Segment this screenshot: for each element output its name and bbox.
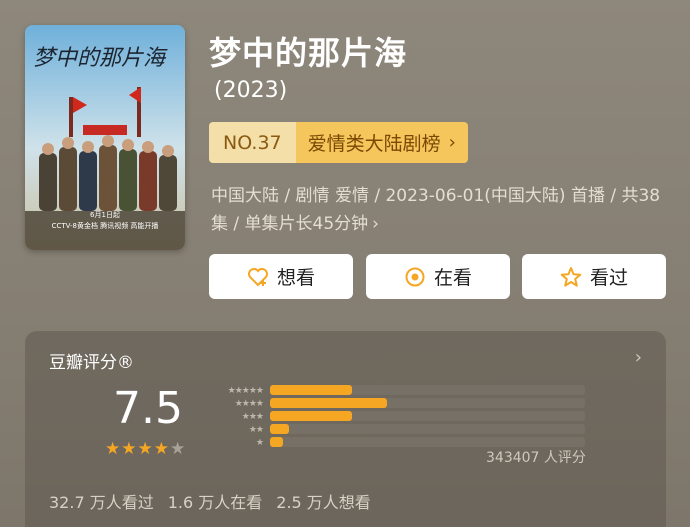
watched-count[interactable]: 32.7 万人看过 — [49, 489, 154, 513]
distribution-track — [270, 385, 585, 395]
poster-illustration: 梦中的那片海 6月1日起 CCTV-8黄金档 腾讯视频 高能开播 — [25, 25, 185, 250]
distribution-row-2-star: ★★ — [205, 423, 585, 436]
star-filled-icon: ★ — [153, 439, 169, 459]
distribution-row-1-star: ★ — [205, 436, 585, 449]
distribution-stars-icon: ★★★★ — [234, 398, 264, 409]
want-label: 想看 — [276, 267, 315, 289]
chevron-right-icon: › — [448, 132, 456, 153]
distribution-bar — [270, 437, 283, 447]
rank-list-link[interactable]: 爱情类大陆剧榜 › — [295, 122, 468, 163]
target-icon — [404, 266, 426, 288]
rank-number: NO.37 — [209, 122, 296, 163]
distribution-bar — [270, 424, 289, 434]
distribution-bar — [270, 411, 352, 421]
distribution-row-4-star: ★★★★ — [205, 397, 585, 410]
rating-votes: 343407 人评分 — [486, 450, 586, 466]
star-outline-icon — [560, 266, 582, 288]
distribution-track — [270, 437, 585, 447]
poster-promo-date: 6月1日起 — [90, 211, 120, 219]
poster-image[interactable]: 梦中的那片海 6月1日起 CCTV-8黄金档 腾讯视频 高能开播 — [25, 25, 185, 250]
distribution-track — [270, 398, 585, 408]
rank-list-label: 爱情类大陆剧榜 — [307, 133, 441, 155]
chevron-right-icon: › — [372, 214, 379, 234]
want-count[interactable]: 2.5 万人想看 — [276, 489, 371, 513]
heart-plus-icon — [247, 266, 269, 288]
poster-title-art: 梦中的那片海 — [33, 46, 168, 71]
distribution-stars-icon: ★ — [255, 437, 264, 448]
rating-card[interactable]: 豆瓣评分® › 7.5 ★ ★ ★ ★ ★ ★★★★★ ★★★★ ★★★ ★★ ★ 343407… — [25, 331, 666, 527]
star-empty-icon: ★ — [170, 439, 186, 459]
poster-promo-line: CCTV-8黄金档 腾讯视频 高能开播 — [52, 221, 159, 230]
star-filled-icon: ★ — [105, 439, 121, 459]
want-to-watch-button[interactable]: 想看 — [209, 254, 353, 299]
distribution-row-5-star: ★★★★★ — [205, 384, 585, 397]
rating-stars: ★ ★ ★ ★ ★ — [105, 441, 185, 458]
watching-button[interactable]: 在看 — [366, 254, 510, 299]
rating-title: 豆瓣评分® — [49, 353, 134, 373]
distribution-stars-icon: ★★★★★ — [227, 385, 264, 396]
movie-detail-page: 梦中的那片海 6月1日起 CCTV-8黄金档 腾讯视频 高能开播 梦中的那片海 … — [0, 0, 690, 527]
watching-label: 在看 — [433, 267, 472, 289]
rating-distribution: ★★★★★ ★★★★ ★★★ ★★ ★ — [205, 384, 585, 449]
rank-badge[interactable]: NO.37 爱情类大陆剧榜 › — [209, 122, 468, 163]
star-filled-icon: ★ — [121, 439, 137, 459]
meta-info[interactable]: 中国大陆 / 剧情 爱情 / 2023-06-01(中国大陆) 首播 / 共38… — [211, 182, 661, 238]
audience-counts: 32.7 万人看过 1.6 万人在看 2.5 万人想看 — [49, 489, 371, 513]
watched-button[interactable]: 看过 — [522, 254, 666, 299]
rating-score: 7.5 — [113, 383, 183, 434]
watched-label: 看过 — [589, 267, 628, 289]
distribution-track — [270, 411, 585, 421]
distribution-track — [270, 424, 585, 434]
release-year: (2023) — [214, 78, 288, 103]
distribution-bar — [270, 385, 352, 395]
meta-text: 中国大陆 / 剧情 爱情 / 2023-06-01(中国大陆) 首播 / 共38… — [211, 186, 661, 234]
distribution-row-3-star: ★★★ — [205, 410, 585, 423]
distribution-stars-icon: ★★★ — [241, 411, 264, 422]
watching-count[interactable]: 1.6 万人在看 — [168, 489, 263, 513]
page-title: 梦中的那片海 — [209, 34, 408, 72]
chevron-right-icon[interactable]: › — [635, 347, 642, 368]
distribution-bar — [270, 398, 387, 408]
distribution-stars-icon: ★★ — [248, 424, 264, 435]
star-filled-icon: ★ — [137, 439, 153, 459]
